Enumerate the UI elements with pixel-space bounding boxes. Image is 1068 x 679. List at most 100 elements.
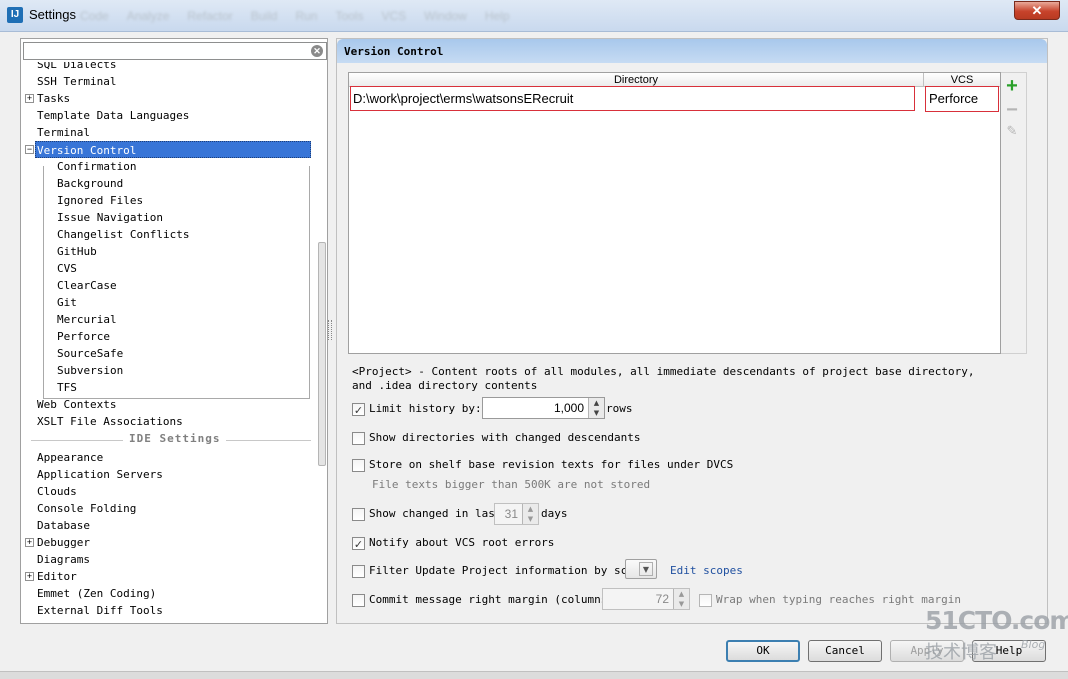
tree-item-label: Version Control	[37, 144, 137, 157]
tree-item-label: SSH Terminal	[37, 75, 117, 88]
tree-item-tasks[interactable]: Tasks	[37, 90, 70, 107]
spin-down-icon[interactable]: ▼	[523, 514, 538, 524]
spin-down-icon[interactable]: ▼	[674, 599, 689, 609]
tree-item-label: Tasks	[37, 92, 71, 105]
tree-item-version-control[interactable]: Version Control	[35, 141, 311, 158]
store-shelf-option: Store on shelf base revision texts for f…	[352, 457, 733, 473]
tree-item-editor[interactable]: Editor	[37, 568, 77, 585]
show-changed-suffix: days	[541, 507, 568, 520]
tree-item-label: Application Servers	[37, 468, 163, 481]
intellij-icon: IJ	[7, 7, 23, 23]
show-changed-value: 31	[504, 507, 518, 521]
notify-vcs-checkbox[interactable]: ✓	[352, 536, 365, 551]
tree-item-label: Debugger	[37, 536, 90, 549]
tree-item-external-diff-tools[interactable]: External Diff Tools	[37, 602, 163, 619]
tree-scrollbar[interactable]	[317, 62, 327, 622]
tree-item-label: Console Folding	[37, 502, 137, 515]
vcs-mappings-table: Directory VCS D:\work\project\erms\watso…	[348, 72, 1001, 354]
remove-icon[interactable]: −	[1003, 99, 1021, 121]
commit-margin-spinner[interactable]: 72 ▲ ▼	[602, 588, 690, 610]
tree-item-console-folding[interactable]: Console Folding	[37, 500, 136, 517]
expand-icon[interactable]: +	[25, 572, 34, 581]
tree-item-clouds[interactable]: Clouds	[37, 483, 77, 500]
version-control-children-box	[43, 166, 310, 399]
tree-item-emmet-zen-coding[interactable]: Emmet (Zen Coding)	[37, 585, 156, 602]
limit-history-value: 1,000	[553, 401, 584, 415]
spinner-arrows[interactable]: ▲ ▼	[522, 504, 538, 524]
column-header-directory[interactable]: Directory	[349, 73, 924, 87]
settings-tree-panel: ✕ SQL Dialects SSH Terminal Tasks + Template…	[20, 38, 328, 624]
site-watermark: 51CTO.com 技术博客 Blog	[923, 606, 1068, 664]
show-dirs-option: Show directories with changed descendant…	[352, 430, 641, 446]
show-dirs-label: Show directories with changed descendant…	[369, 431, 641, 444]
ok-button[interactable]: OK	[726, 640, 800, 662]
spin-up-icon[interactable]: ▲	[674, 589, 689, 599]
chevron-down-icon: ▼	[639, 562, 653, 576]
spinner-arrows[interactable]: ▲ ▼	[673, 589, 689, 609]
commit-margin-option: Commit message right margin (columns):	[352, 592, 621, 608]
wrap-typing-checkbox[interactable]	[699, 593, 712, 607]
notify-vcs-option: ✓ Notify about VCS root errors	[352, 535, 554, 551]
store-shelf-note: File texts bigger than 500K are not stor…	[372, 478, 651, 491]
background-menu-item: Tools	[335, 9, 364, 23]
watermark-subtitle: 技术博客	[925, 642, 997, 663]
limit-history-spinner[interactable]: 1,000 ▲ ▼	[482, 397, 605, 419]
table-cell-vcs[interactable]: Perforce	[925, 86, 999, 112]
spin-up-icon[interactable]: ▲	[589, 398, 604, 408]
tree-item-terminal[interactable]: Terminal	[37, 124, 90, 141]
show-changed-checkbox[interactable]	[352, 507, 365, 521]
filter-update-checkbox[interactable]	[352, 564, 365, 578]
filter-update-label: Filter Update Project information by sco…	[369, 564, 648, 577]
wrap-typing-option: Wrap when typing reaches right margin	[699, 592, 961, 608]
store-shelf-label: Store on shelf base revision texts for f…	[369, 458, 734, 471]
show-changed-spinner[interactable]: 31 ▲ ▼	[494, 503, 539, 525]
store-shelf-checkbox[interactable]	[352, 458, 365, 472]
edit-scopes-link[interactable]: Edit scopes	[670, 563, 743, 579]
spin-down-icon[interactable]: ▼	[589, 408, 604, 418]
cancel-button[interactable]: Cancel	[808, 640, 882, 662]
background-menu: Code Analyze Refactor Build Run Tools VCS Windo…	[80, 9, 510, 23]
wrap-typing-label: Wrap when typing reaches right margin	[716, 593, 962, 606]
background-menu-item: VCS	[381, 9, 407, 23]
tree-item-application-servers[interactable]: Application Servers	[37, 466, 163, 483]
add-icon[interactable]: +	[1003, 75, 1021, 97]
title-bar: IJ Settings Code Analyze Refactor Build Run T…	[0, 0, 1068, 32]
table-cell-directory[interactable]: D:\work\project\erms\watsonsERecruit	[350, 86, 915, 111]
tree-item-label: Appearance	[37, 451, 104, 464]
tree-item-sql-dialects[interactable]: SQL Dialects	[37, 62, 116, 73]
scrollbar-thumb[interactable]	[318, 242, 326, 466]
settings-search-input[interactable]: ✕	[23, 42, 327, 60]
edit-icon[interactable]: ✎	[1003, 124, 1021, 142]
show-dirs-checkbox[interactable]	[352, 431, 365, 445]
tree-item-debugger[interactable]: Debugger	[37, 534, 90, 551]
tree-item-label: XSLT File Associations	[37, 415, 183, 428]
commit-margin-checkbox[interactable]	[352, 593, 365, 607]
background-menu-item: Code	[80, 9, 109, 23]
ide-settings-separator: IDE Settings	[31, 432, 311, 449]
tree-item-ssh-terminal[interactable]: SSH Terminal	[37, 73, 116, 90]
taskbar-strip	[0, 671, 1068, 679]
section-label: IDE Settings	[123, 432, 227, 445]
clear-search-icon[interactable]: ✕	[311, 45, 323, 57]
tree-item-xslt-file-associations[interactable]: XSLT File Associations	[37, 413, 183, 430]
show-changed-option: Show changed in last	[352, 506, 501, 522]
collapse-icon[interactable]: −	[25, 145, 34, 154]
tree-item-database[interactable]: Database	[37, 517, 90, 534]
spinner-arrows[interactable]: ▲ ▼	[588, 398, 604, 418]
watermark-site: 51CTO.com	[925, 606, 1068, 635]
close-button[interactable]: ✕	[1014, 1, 1060, 20]
spin-up-icon[interactable]: ▲	[523, 504, 538, 514]
tree-item-appearance[interactable]: Appearance	[37, 449, 103, 466]
window-title: Settings	[29, 7, 76, 22]
expand-icon[interactable]: +	[25, 94, 34, 103]
tree-item-diagrams[interactable]: Diagrams	[37, 551, 90, 568]
splitter-handle[interactable]	[328, 320, 332, 340]
tree-item-label: Clouds	[37, 485, 77, 498]
expand-icon[interactable]: +	[25, 538, 34, 547]
background-menu-item: Build	[250, 9, 278, 23]
tree-item-template-data-languages[interactable]: Template Data Languages	[37, 107, 189, 124]
scope-dropdown[interactable]: ▼	[625, 559, 657, 579]
limit-history-checkbox[interactable]: ✓	[352, 402, 365, 417]
column-header-vcs[interactable]: VCS	[924, 73, 1000, 87]
tree-item-label: Editor	[37, 570, 77, 583]
